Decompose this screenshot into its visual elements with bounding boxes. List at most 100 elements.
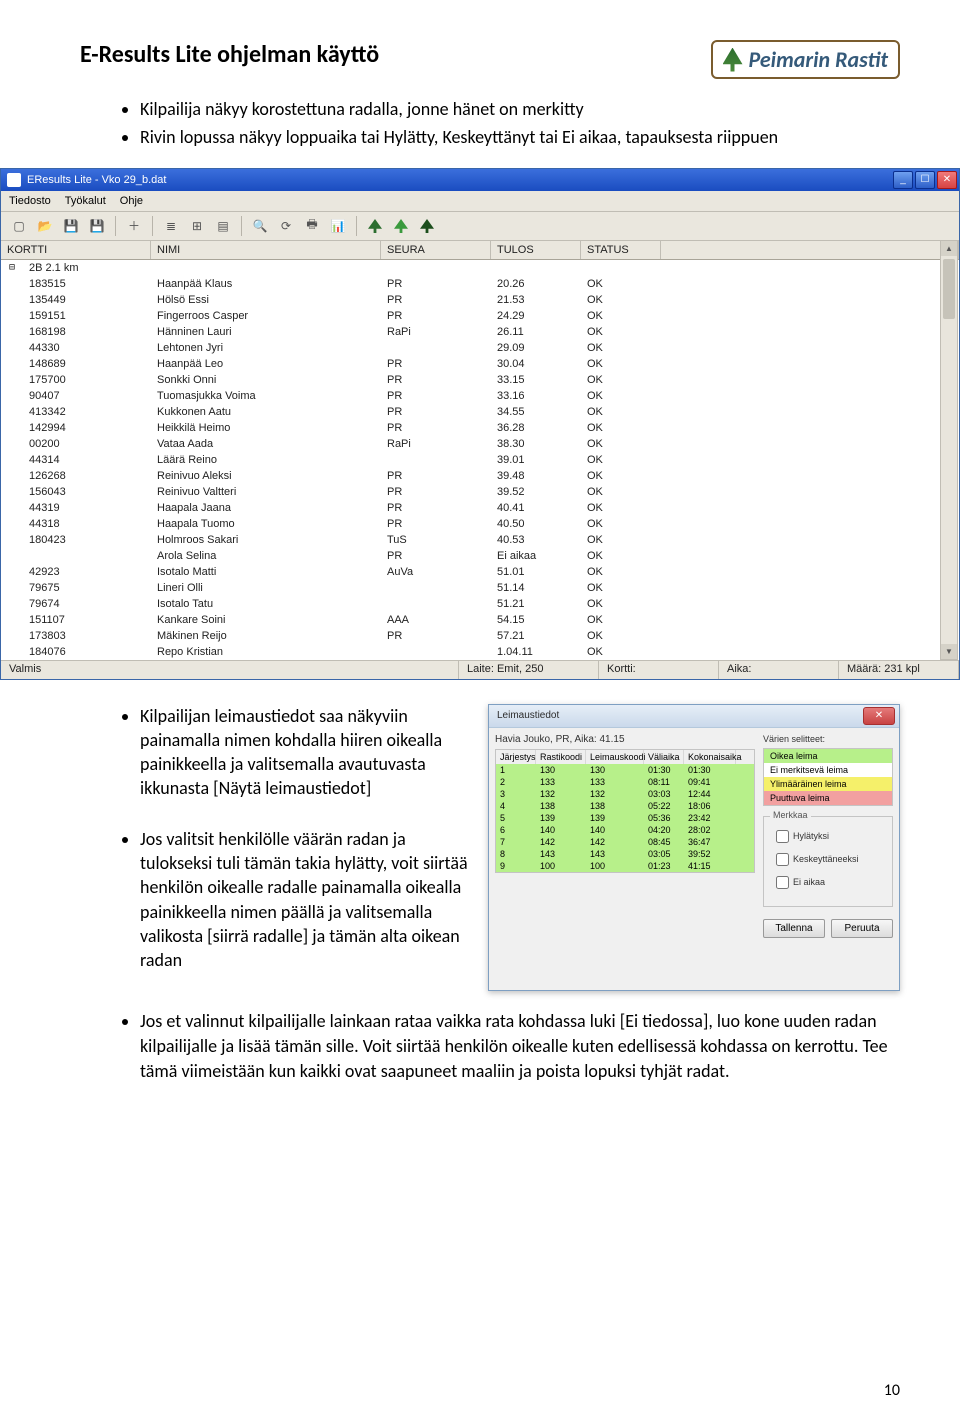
toolbar-grid-icon[interactable]: ⊞ (185, 214, 209, 238)
cell-nimi: Haapala Jaana (151, 502, 381, 514)
cell-tulos: 36.28 (491, 422, 581, 434)
cell-seura: TuS (381, 534, 491, 546)
cell-seura: PR (381, 278, 491, 290)
dialog-close-icon[interactable]: ✕ (863, 707, 895, 725)
dialog-row: 113013001:3001:30 (496, 764, 754, 776)
table-row[interactable]: 156043Reinivuo ValtteriPR39.52OK (1, 484, 959, 500)
cell-kortti: 180423 (23, 534, 151, 546)
cell-kortti: 00200 (23, 438, 151, 450)
checkbox-input[interactable] (776, 830, 789, 843)
cell-kortti: 44319 (23, 502, 151, 514)
chk-hylatyksi[interactable]: Hylätyksi (772, 827, 884, 846)
cell-tulos: 1.04.11 (491, 646, 581, 658)
collapse-icon[interactable]: ⊟ (1, 262, 23, 273)
section2-list2: Jos valitsit henkilölle väärän radan ja … (80, 827, 470, 973)
table-row[interactable]: 135449Hölsö EssiPR21.53OK (1, 292, 959, 308)
toolbar-list-icon[interactable]: ≣ (159, 214, 183, 238)
toolbar-add-icon[interactable]: ＋ (122, 214, 146, 238)
cancel-button[interactable]: Peruuta (831, 919, 893, 938)
cell-kortti: 175700 (23, 374, 151, 386)
menu-tools[interactable]: Työkalut (65, 195, 106, 207)
toolbar-chart-icon[interactable]: 📊 (326, 214, 350, 238)
toolbar-tree2-icon[interactable] (389, 214, 413, 238)
scroll-up-icon[interactable]: ▲ (941, 241, 957, 256)
table-row[interactable]: Arola SelinaPREi aikaaOK (1, 548, 959, 564)
scroll-thumb[interactable] (943, 259, 955, 319)
scroll-down-icon[interactable]: ▼ (941, 644, 957, 659)
col-kortti[interactable]: KORTTI (1, 241, 151, 259)
menu-help[interactable]: Ohje (120, 195, 143, 207)
checkbox-input[interactable] (776, 876, 789, 889)
toolbar-new-icon[interactable]: ▢ (7, 214, 31, 238)
toolbar-tree1-icon[interactable] (363, 214, 387, 238)
table-row[interactable]: 44318Haapala TuomoPR40.50OK (1, 516, 959, 532)
cell-seura: PR (381, 470, 491, 482)
table-row[interactable]: 44330Lehtonen Jyri29.09OK (1, 340, 959, 356)
col-nimi[interactable]: NIMI (151, 241, 381, 259)
toolbar-open-icon[interactable]: 📂 (33, 214, 57, 238)
cell-tulos: 54.15 (491, 614, 581, 626)
status-ready: Valmis (1, 661, 459, 679)
cell-kortti: 148689 (23, 358, 151, 370)
group-row[interactable]: ⊟ 2B 2.1 km (1, 260, 959, 276)
table-row[interactable]: 180423Holmroos SakariTuS40.53OK (1, 532, 959, 548)
table-row[interactable]: 168198Hänninen LauriRaPi26.11OK (1, 324, 959, 340)
col-status[interactable]: STATUS (581, 241, 661, 259)
page-title: E-Results Lite ohjelman käyttö (80, 40, 379, 69)
dialog-row: 413813805:2218:06 (496, 800, 754, 812)
table-row[interactable]: 44314Läärä Reino39.01OK (1, 452, 959, 468)
cell-tulos: 39.48 (491, 470, 581, 482)
table-row[interactable]: 126268Reinivuo AleksiPR39.48OK (1, 468, 959, 484)
cell-kortti: 168198 (23, 326, 151, 338)
close-icon[interactable]: ✕ (937, 171, 957, 189)
checkbox-input[interactable] (776, 853, 789, 866)
toolbar-print-icon[interactable]: 🖶 (300, 214, 324, 238)
toolbar-refresh-icon[interactable]: ⟳ (274, 214, 298, 238)
legend-item: Oikea leima (764, 749, 892, 763)
chk-eiaikaa[interactable]: Ei aikaa (772, 873, 884, 892)
cell-status: OK (581, 614, 661, 626)
table-row[interactable]: 184076Repo Kristian1.04.11OK (1, 644, 959, 660)
toolbar-separator (241, 216, 242, 236)
scrollbar-vertical[interactable]: ▲ ▼ (940, 240, 958, 660)
cell-nimi: Hölsö Essi (151, 294, 381, 306)
table-row[interactable]: 79674Isotalo Tatu51.21OK (1, 596, 959, 612)
brand-logo: Peimarin Rastit (711, 40, 901, 79)
dialog-subtitle: Havia Jouko, PR, Aika: 41.15 (495, 734, 755, 745)
table-row[interactable]: 142994Heikkilä HeimoPR36.28OK (1, 420, 959, 436)
table-row[interactable]: 413342Kukkonen AatuPR34.55OK (1, 404, 959, 420)
table-row[interactable]: 90407Tuomasjukka VoimaPR33.16OK (1, 388, 959, 404)
table-row[interactable]: 183515Haanpää KlausPR20.26OK (1, 276, 959, 292)
table-row[interactable]: 151107Kankare SoiniAAA54.15OK (1, 612, 959, 628)
maximize-icon[interactable]: ☐ (915, 171, 935, 189)
table-body: ⊟ 2B 2.1 km 183515Haanpää KlausPR20.26OK… (1, 260, 959, 660)
table-row[interactable]: 79675Lineri Olli51.14OK (1, 580, 959, 596)
cell-kortti: 42923 (23, 566, 151, 578)
table-row[interactable]: 44319Haapala JaanaPR40.41OK (1, 500, 959, 516)
save-button[interactable]: Tallenna (763, 919, 825, 938)
toolbar-save-icon[interactable]: 💾 (59, 214, 83, 238)
cell-nimi: Isotalo Tatu (151, 598, 381, 610)
table-row[interactable]: 148689Haanpää LeoPR30.04OK (1, 356, 959, 372)
table-row[interactable]: 175700Sonkki OnniPR33.15OK (1, 372, 959, 388)
minimize-icon[interactable]: _ (893, 171, 913, 189)
table-row[interactable]: 173803Mäkinen ReijoPR57.21OK (1, 628, 959, 644)
toolbar-tree3-icon[interactable] (415, 214, 439, 238)
cell-status: OK (581, 518, 661, 530)
toolbar-search-icon[interactable]: 🔍 (248, 214, 272, 238)
toolbar-saveas-icon[interactable]: 💾 (85, 214, 109, 238)
table-row[interactable]: 159151Fingerroos CasperPR24.29OK (1, 308, 959, 324)
toolbar-doc-icon[interactable]: ▤ (211, 214, 235, 238)
cell-seura: PR (381, 390, 491, 402)
chk-keskeyt[interactable]: Keskeyttäneeksi (772, 850, 884, 869)
cell-status: OK (581, 342, 661, 354)
table-row[interactable]: 42923Isotalo MattiAuVa51.01OK (1, 564, 959, 580)
cell-tulos: 40.41 (491, 502, 581, 514)
menu-file[interactable]: Tiedosto (9, 195, 51, 207)
col-tulos[interactable]: TULOS (491, 241, 581, 259)
col-seura[interactable]: SEURA (381, 241, 491, 259)
table-row[interactable]: 00200Vataa AadaRaPi38.30OK (1, 436, 959, 452)
dialog-row: 714214208:4536:47 (496, 836, 754, 848)
cell-kortti: 79674 (23, 598, 151, 610)
brand-text: Peimarin Rastit (749, 46, 889, 73)
